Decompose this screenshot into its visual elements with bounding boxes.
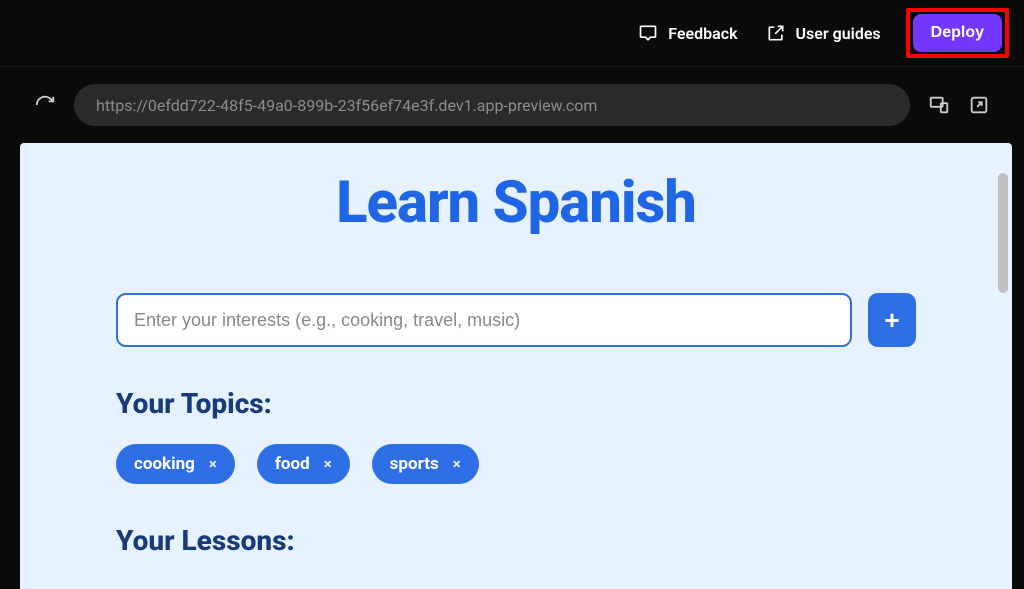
close-icon[interactable]: × — [324, 455, 332, 473]
deploy-button[interactable]: Deploy — [913, 14, 1002, 52]
feedback-link[interactable]: Feedback — [638, 23, 737, 43]
lessons-heading: Your Lessons: — [116, 524, 916, 557]
deploy-button-wrap: Deploy — [909, 8, 1006, 58]
topic-chip-label: food — [275, 454, 310, 474]
page-title: Learn Spanish — [116, 169, 916, 237]
external-link-icon — [766, 23, 786, 43]
app-root: Feedback User guides Deploy https://0efd… — [0, 0, 1024, 589]
topic-chip-label: sports — [390, 454, 439, 474]
interests-input[interactable] — [116, 293, 852, 347]
topic-chip[interactable]: food × — [257, 444, 350, 484]
topics-heading: Your Topics: — [116, 387, 916, 420]
app-content: Learn Spanish + Your Topics: cooking × f… — [20, 143, 1012, 557]
close-icon[interactable]: × — [209, 455, 217, 473]
preview-toolbar: https://0efdd722-48f5-49a0-899b-23f56ef7… — [0, 67, 1024, 143]
refresh-icon[interactable] — [34, 94, 56, 116]
interests-input-row: + — [116, 293, 916, 347]
add-interest-button[interactable]: + — [868, 293, 916, 347]
responsive-preview-icon[interactable] — [928, 94, 950, 116]
topic-chip[interactable]: cooking × — [116, 444, 235, 484]
user-guides-label: User guides — [796, 24, 881, 43]
preview-viewport-wrap: Learn Spanish + Your Topics: cooking × f… — [0, 143, 1024, 589]
chat-icon — [638, 23, 658, 43]
preview-viewport: Learn Spanish + Your Topics: cooking × f… — [20, 143, 1012, 589]
feedback-label: Feedback — [668, 24, 737, 43]
user-guides-link[interactable]: User guides — [766, 23, 881, 43]
open-external-icon[interactable] — [968, 94, 990, 116]
topic-chip-label: cooking — [134, 454, 195, 474]
preview-url-bar[interactable]: https://0efdd722-48f5-49a0-899b-23f56ef7… — [74, 84, 910, 126]
topics-chip-row: cooking × food × sports × — [116, 444, 916, 484]
preview-url-text: https://0efdd722-48f5-49a0-899b-23f56ef7… — [96, 96, 597, 115]
close-icon[interactable]: × — [453, 455, 461, 473]
preview-scrollbar[interactable] — [998, 173, 1008, 293]
top-bar: Feedback User guides Deploy — [0, 0, 1024, 67]
topic-chip[interactable]: sports × — [372, 444, 479, 484]
